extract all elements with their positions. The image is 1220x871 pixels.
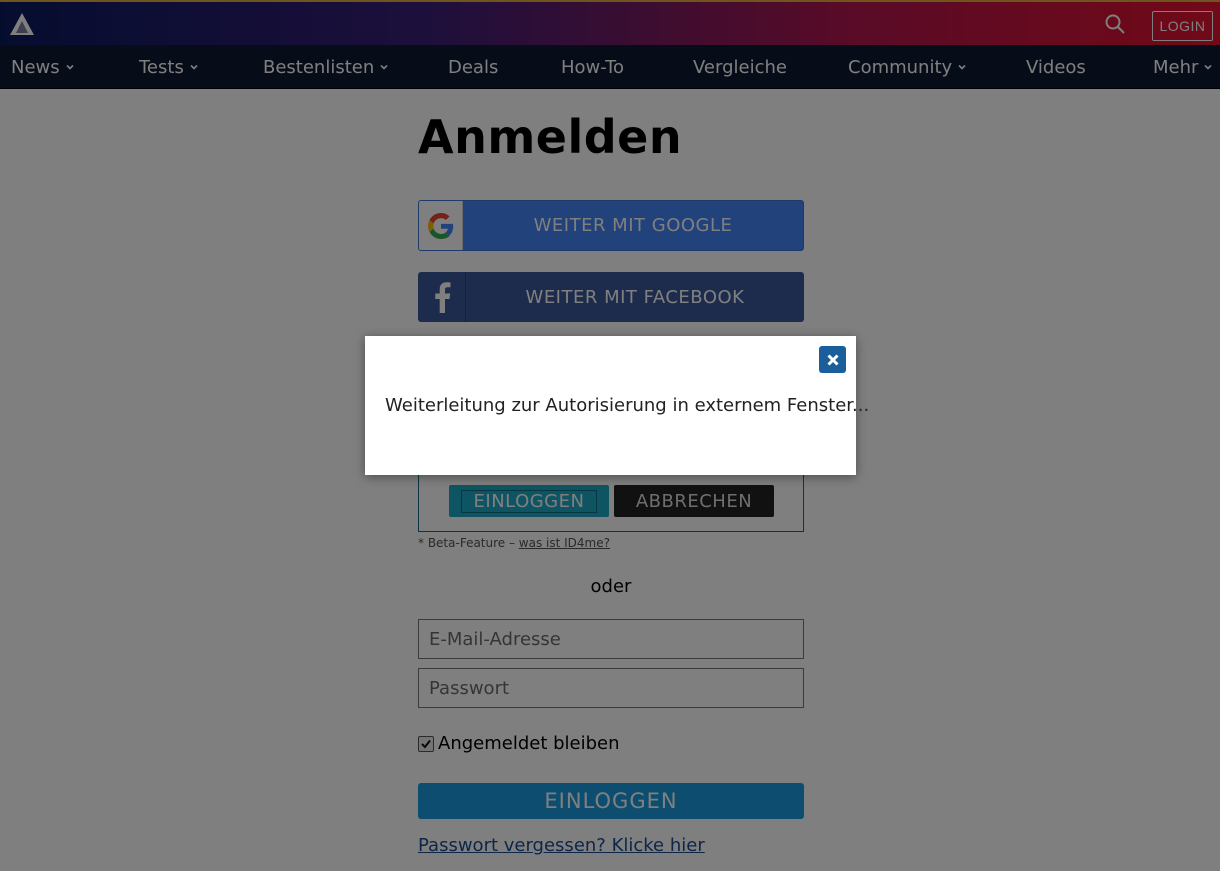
modal-message: Weiterleitung zur Autorisierung in exter… [385, 395, 870, 416]
redirect-modal: Weiterleitung zur Autorisierung in exter… [365, 336, 869, 475]
close-icon [826, 353, 839, 366]
modal-close-button[interactable] [819, 346, 846, 373]
